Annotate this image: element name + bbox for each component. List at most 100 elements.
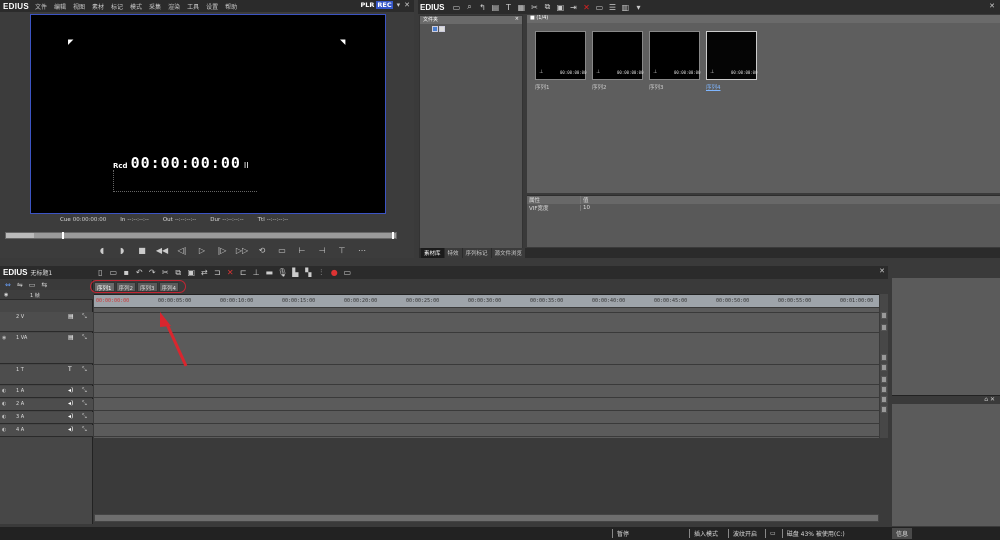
title-icon[interactable]: T [68,366,72,373]
scroll-button[interactable] [881,376,887,383]
cut-icon[interactable]: ✂ [529,2,539,12]
rec-button[interactable]: REC [376,1,393,9]
tab-effects[interactable]: 特效 [444,248,462,258]
expand-icon[interactable]: ⤡ [82,426,87,434]
fx-icon[interactable]: ▤ [68,313,74,320]
menu-render[interactable]: 渲染 [168,2,180,11]
stop-icon[interactable]: ■ [135,245,149,256]
expand-icon[interactable]: ⤡ [82,334,87,342]
view-mode-icon[interactable]: ☰ [607,2,617,12]
timeline-scale[interactable]: ◉ 1 帧 [0,290,93,300]
overwrite-icon[interactable]: ⊣ [315,245,329,256]
up-level-icon[interactable]: ↰ [477,2,487,12]
menu-edit[interactable]: 编辑 [54,2,66,11]
menu-capture[interactable]: 采集 [149,2,161,11]
lock-icon[interactable]: ◐ [2,401,6,407]
speaker-icon[interactable]: ◂) [68,426,73,433]
save-icon[interactable]: ▪ [120,268,132,278]
track-header-1va[interactable]: ◉ 1 VA ▤ ⤡ [0,333,93,364]
menu-file[interactable]: 文件 [35,2,47,11]
sync-icon[interactable]: ▭ [29,281,36,289]
search-icon[interactable]: ⌕ [464,2,474,12]
eye-icon[interactable]: ◉ [4,292,8,298]
delete-icon[interactable]: ✕ [224,268,236,278]
snap-icon[interactable]: ▚ [302,268,314,278]
ripple-delete-icon[interactable]: ⊐ [211,268,223,278]
status-insert-mode[interactable]: 插入模式 [694,529,718,538]
close-icon[interactable]: × [515,16,519,22]
copy-icon[interactable]: ⧉ [542,2,552,12]
track-header-3a[interactable]: ◐ 3 A ◂) ⤡ [0,412,93,424]
preview-screen[interactable]: ◤ ◥ Rcd 00:00:00:00 II [30,14,386,214]
close-icon[interactable]: ✕ [879,267,885,275]
speaker-icon[interactable]: ◂) [68,400,73,407]
status-ripple[interactable]: 波纹开启 [733,529,757,538]
clip-thumbnail[interactable]: ⊥ 00:00:00:00 序列1 [535,31,587,94]
redo-icon[interactable]: ↷ [146,268,158,278]
speaker-icon[interactable]: ◂) [68,387,73,394]
marker-icon[interactable]: ▙ [289,268,301,278]
sequence-icon[interactable]: ▤ [490,2,500,12]
menu-marker[interactable]: 标记 [111,2,123,11]
scroll-button[interactable] [881,324,887,331]
slider-handle[interactable] [62,232,64,239]
cut-icon[interactable]: ✂ [159,268,171,278]
timeline-vertical-scrollbar[interactable] [880,294,888,438]
properties-icon[interactable]: ▭ [594,2,604,12]
insert-icon[interactable]: ⊢ [295,245,309,256]
expand-icon[interactable]: ⤡ [82,313,87,321]
scroll-button[interactable] [881,406,887,413]
menu-mode[interactable]: 模式 [130,2,142,11]
color-bar-icon[interactable]: ▥ [620,2,630,12]
menu-help[interactable]: 帮助 [225,2,237,11]
mixer-icon[interactable]: ⫶ [315,268,327,278]
new-clip-icon[interactable]: ▦ [516,2,526,12]
expand-icon[interactable]: ⤡ [82,400,87,408]
menu-clip[interactable]: 素材 [92,2,104,11]
expand-icon[interactable]: ⤡ [82,387,87,395]
view-icon[interactable]: ▭ [341,268,353,278]
scroll-button[interactable] [881,354,887,361]
timeline-ruler[interactable]: 00:00:00:00 00:00:05:00 00:00:10:00 00:0… [94,294,879,307]
set-out-icon[interactable]: ◗ [115,245,129,256]
track-header-2v[interactable]: 2 V ▤ ⤡ [0,312,93,332]
open-icon[interactable]: ▭ [107,268,119,278]
plr-button[interactable]: PLR [360,1,374,9]
tab-source-browser[interactable]: 源文件浏览 [491,248,526,258]
transition-icon[interactable]: ▬ [263,268,275,278]
position-slider[interactable] [5,232,397,239]
copy-icon[interactable]: ⧉ [172,268,184,278]
display-icon[interactable]: ▭ [275,245,289,256]
menu-view[interactable]: 视图 [73,2,85,11]
lock-icon[interactable]: ◐ [2,414,6,420]
track-header-1t[interactable]: 1 T T ⤡ [0,365,93,385]
expand-icon[interactable]: ⤡ [82,413,87,421]
add-to-timeline-icon[interactable]: ⇥ [568,2,578,12]
dropdown-icon[interactable]: ▾ [397,1,401,9]
link-mode-icon[interactable]: ⇔ [5,281,11,289]
trim-icon[interactable]: ⊏ [237,268,249,278]
menu-tools[interactable]: 工具 [187,2,199,11]
folder-icon[interactable]: ▭ [451,2,461,12]
panel-controls-icon[interactable]: ⌂ ✕ [984,396,995,403]
render-icon[interactable]: ● [328,268,340,278]
tab-bin[interactable]: 素材库 [421,248,444,258]
group-icon[interactable]: ⇋ [17,281,23,289]
timeline-tracks[interactable] [94,308,879,438]
fx-icon[interactable]: ▤ [68,334,74,341]
paste-icon[interactable]: ▣ [185,268,197,278]
menu-settings[interactable]: 设置 [206,2,218,11]
timeline-horizontal-scrollbar[interactable] [94,514,879,522]
dropdown-icon[interactable]: ▾ [633,2,643,12]
expand-icon[interactable]: ⤡ [82,366,87,374]
delete-icon[interactable]: ✕ [581,2,591,12]
close-icon[interactable]: ✕ [404,1,410,9]
fast-forward-icon[interactable]: ▷▷ [235,245,249,256]
match-frame-icon[interactable]: ⊤ [335,245,349,256]
replace-icon[interactable]: ⇄ [198,268,210,278]
voice-over-icon[interactable]: 🎙 [276,268,288,278]
title-icon[interactable]: T [503,2,513,12]
close-icon[interactable]: ✕ [989,2,995,10]
lock-icon[interactable]: ◐ [2,427,6,433]
add-cut-icon[interactable]: ⊥ [250,268,262,278]
